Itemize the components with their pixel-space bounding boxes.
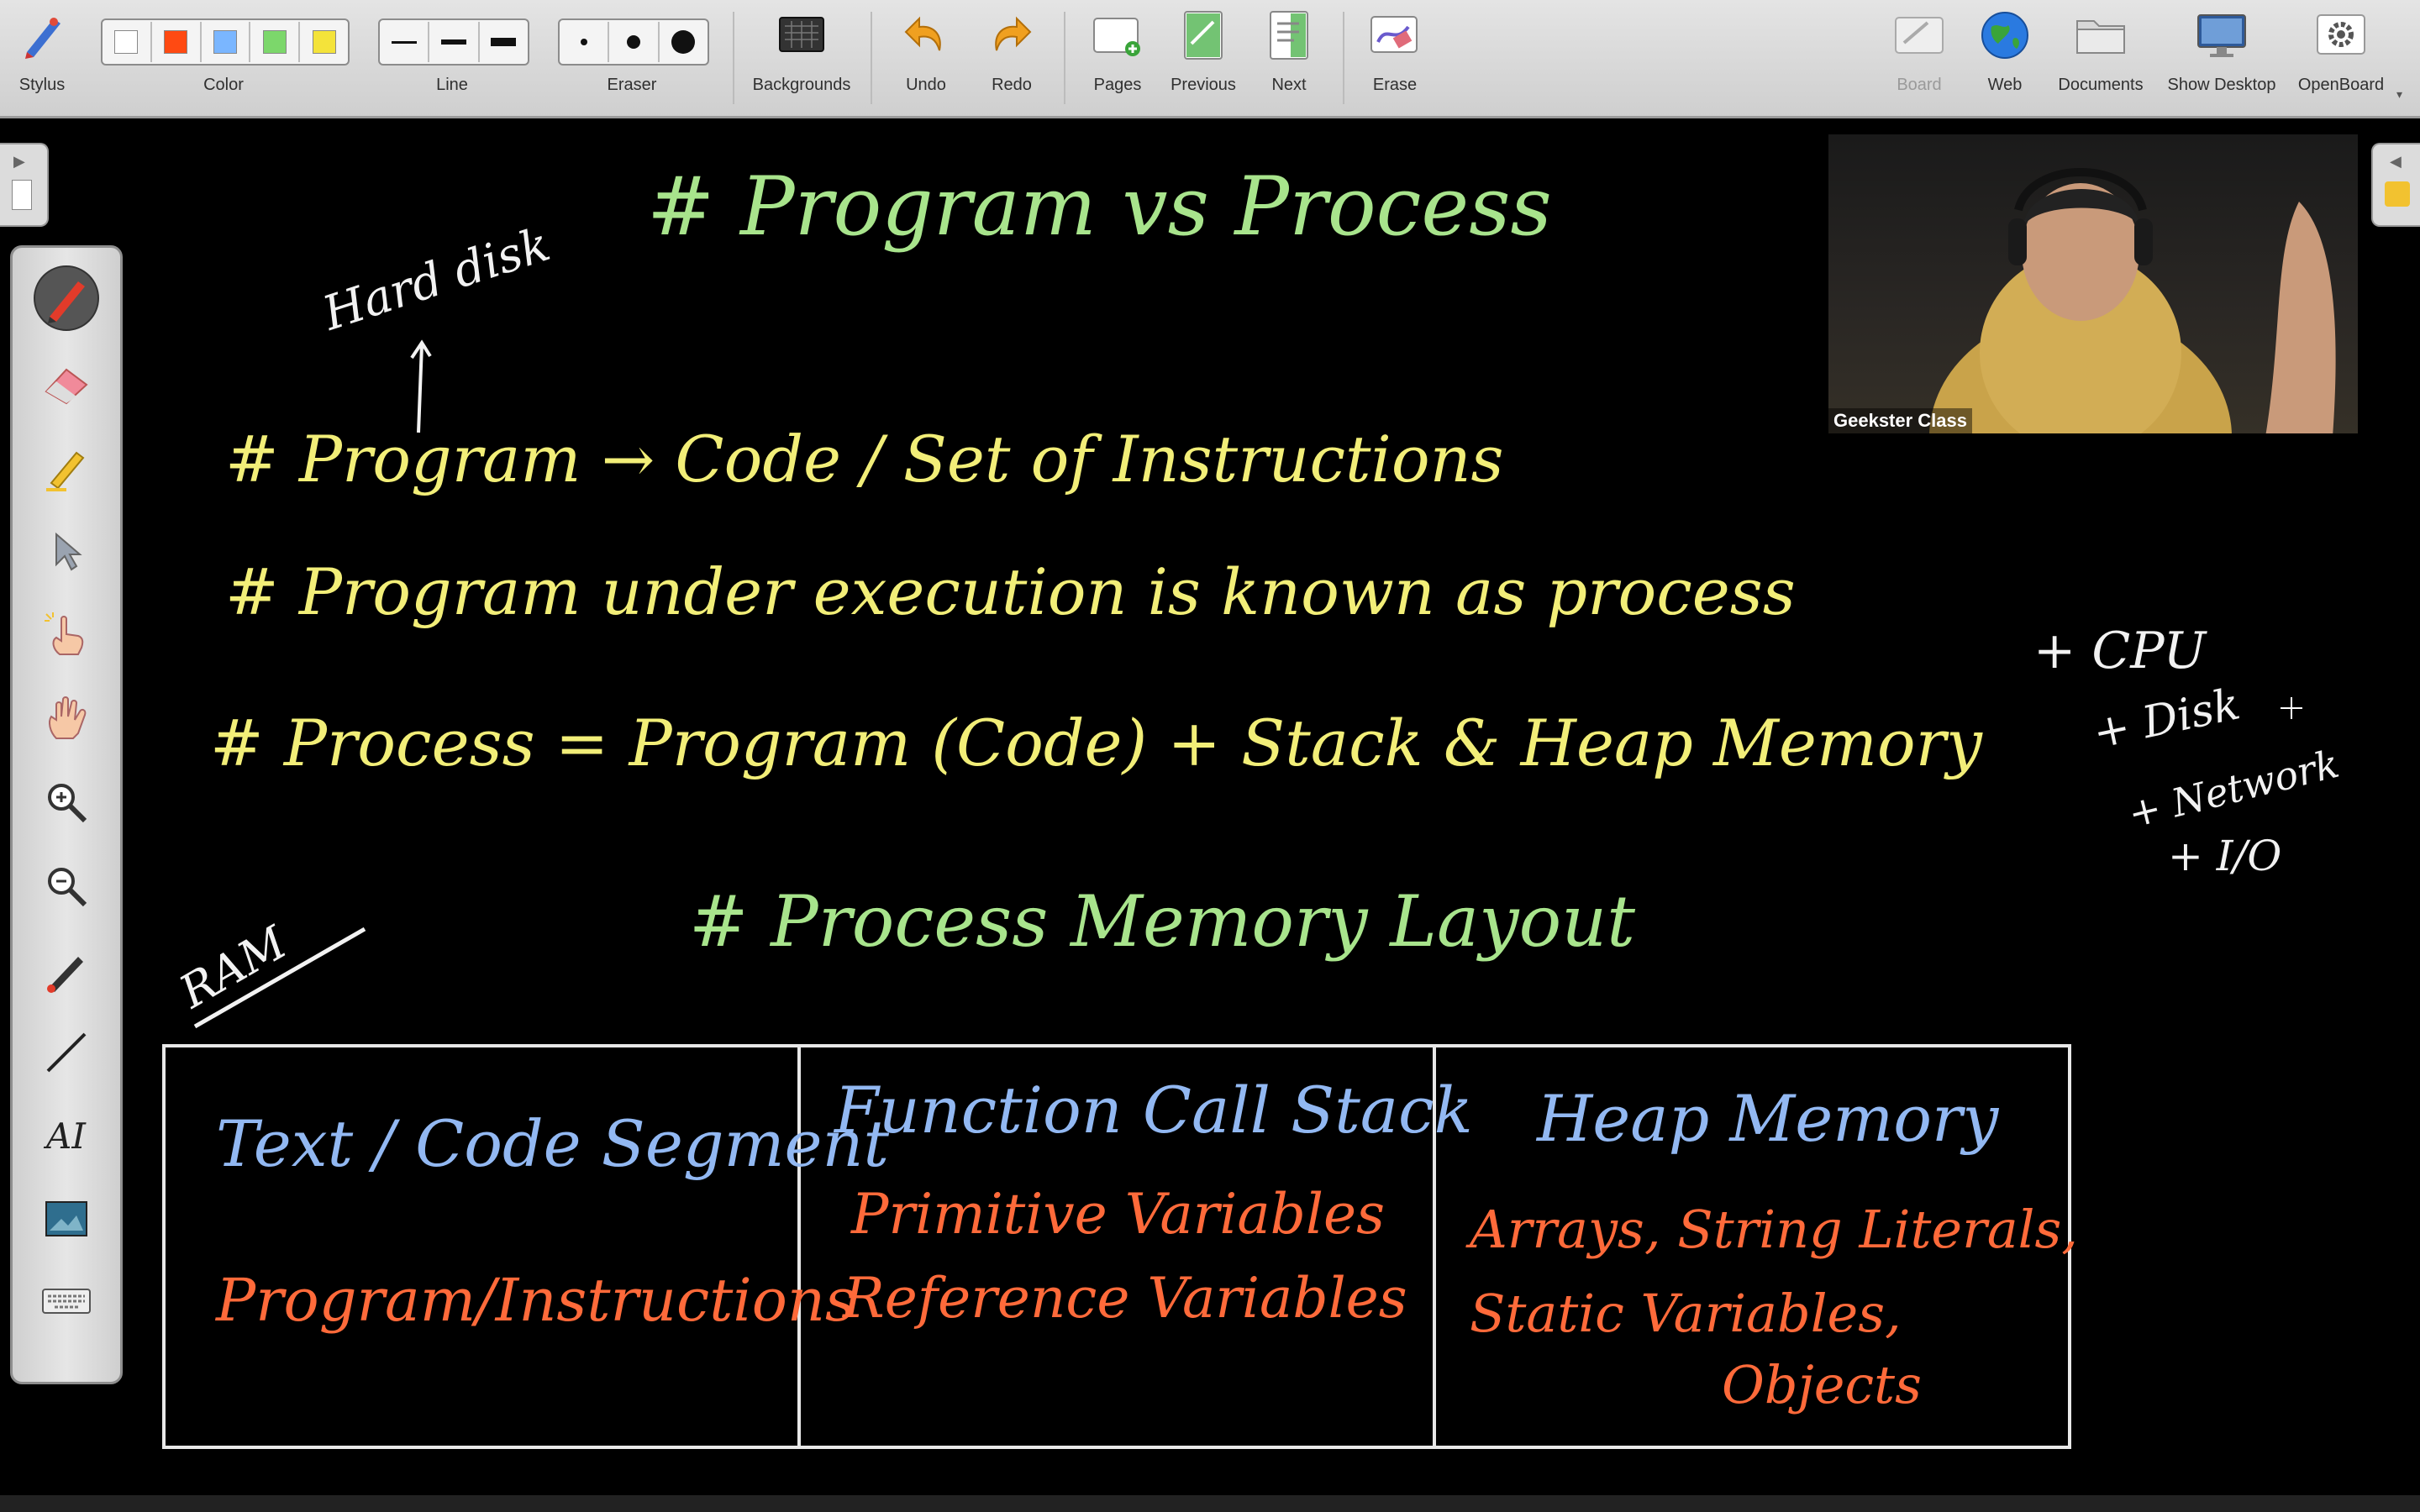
heap-static-variables: Static Variables,: [1470, 1283, 1902, 1344]
color-blue[interactable]: [202, 22, 251, 62]
heap-objects: Objects: [1722, 1354, 1922, 1415]
documents-folder-icon[interactable]: [2075, 10, 2126, 60]
process-formula: # Process = Program (Code) + Stack & Hea…: [210, 706, 1982, 780]
stylus-label: Stylus: [18, 76, 66, 94]
stylus-icon[interactable]: [17, 10, 67, 60]
svg-text:AI: AI: [43, 1116, 87, 1157]
heap-arrays-strings: Arrays, String Literals,: [1470, 1199, 2079, 1260]
color-yellow[interactable]: [300, 22, 348, 62]
collapse-arrow-icon: ◀: [2390, 153, 2402, 170]
previous-page-icon[interactable]: [1178, 10, 1228, 60]
crosshair-cursor-icon: [2281, 697, 2302, 719]
undo-icon[interactable]: [901, 10, 951, 60]
memory-layout-table: Text / Code Segment Program/Instructions…: [162, 1044, 2078, 1449]
zoom-out-icon[interactable]: [33, 853, 100, 920]
right-panel-toggle[interactable]: ◀: [2371, 143, 2420, 227]
primitive-variables: Primitive Variables: [851, 1182, 1385, 1247]
toolbar-more-chevron-icon[interactable]: ▾: [2396, 87, 2402, 102]
eraser-size-picker[interactable]: [558, 18, 709, 66]
redo-icon[interactable]: [985, 10, 1035, 60]
heap-memory-cell: Heap Memory Arrays, String Literals, Sta…: [1436, 1047, 2078, 1446]
memory-layout-title: # Process Memory Layout: [689, 880, 1636, 963]
text-segment-cell: Text / Code Segment Program/Instructions: [166, 1047, 889, 1446]
hard-disk-label: Hard disk: [316, 217, 557, 342]
program-definition: # Program → Code / Set of Instructions: [225, 422, 1504, 496]
extra-disk: + Disk: [2088, 679, 2244, 759]
openboard-settings-icon[interactable]: [2316, 10, 2366, 60]
text-tool-icon[interactable]: AI: [33, 1101, 100, 1168]
erase-label: Erase: [1372, 76, 1418, 94]
keyboard-icon[interactable]: [33, 1268, 100, 1335]
erase-all-icon[interactable]: [1370, 10, 1420, 60]
interact-hand-icon[interactable]: [33, 601, 100, 668]
eraser-label: Eraser: [607, 76, 657, 94]
laser-pointer-icon[interactable]: [33, 937, 100, 1004]
line-medium[interactable]: [429, 22, 480, 62]
eraser-tool-icon[interactable]: [33, 350, 100, 417]
call-stack-cell: Function Call Stack Primitive Variables …: [801, 1047, 1473, 1446]
color-label: Color: [203, 76, 244, 94]
highlighter-tool-icon[interactable]: [33, 434, 100, 501]
text-segment-title: Text / Code Segment: [216, 1106, 890, 1181]
play-arrow-icon: ▶: [13, 153, 25, 170]
page-thumbnail-icon: [12, 180, 32, 210]
hand-pan-icon[interactable]: [33, 685, 100, 752]
line-width-picker[interactable]: [378, 18, 529, 66]
eraser-large[interactable]: [660, 22, 708, 62]
bottom-bar: [0, 1495, 2420, 1512]
board-title: # Program vs Process: [647, 160, 1552, 254]
pen-tool-icon[interactable]: [33, 265, 100, 332]
reference-variables: Reference Variables: [843, 1266, 1407, 1331]
line-thin[interactable]: [380, 22, 430, 62]
board-icon[interactable]: [1894, 10, 1944, 60]
zoom-in-icon[interactable]: [33, 769, 100, 836]
webcam-video: Geekster Class: [1828, 134, 2358, 433]
line-label: Line: [436, 76, 468, 94]
color-green[interactable]: [250, 22, 301, 62]
color-orange[interactable]: [152, 22, 202, 62]
tool-palette: AI: [10, 245, 123, 1384]
color-white[interactable]: [103, 22, 152, 62]
extra-cpu: + CPU: [2033, 622, 2207, 680]
presenter-figure: [1929, 168, 2336, 433]
selector-arrow-icon[interactable]: [33, 518, 100, 585]
participant-name: Geekster Class: [1828, 408, 1972, 433]
capture-tool-icon[interactable]: [33, 1185, 100, 1252]
eraser-medium[interactable]: [609, 22, 660, 62]
show-desktop-icon[interactable]: [2196, 10, 2247, 60]
ram-underline: [193, 927, 366, 1029]
left-panel-toggle[interactable]: ▶: [0, 143, 49, 227]
line-tool-icon[interactable]: [33, 1019, 100, 1086]
toolbar: Stylus Color Line Eraser Backgrounds Und…: [0, 0, 2420, 118]
openboard-label: OpenBoard: [2297, 76, 2385, 94]
call-stack-title: Function Call Stack: [834, 1073, 1473, 1147]
next-page-icon[interactable]: [1264, 10, 1314, 60]
extra-network: + Network: [2123, 740, 2344, 837]
color-picker[interactable]: [101, 18, 350, 66]
pages-icon[interactable]: [1092, 10, 1143, 60]
process-definition: # Program under execution is known as pr…: [225, 554, 1796, 629]
text-segment-content: Program/Instructions: [216, 1266, 855, 1335]
extra-io: + I/O: [2168, 832, 2282, 880]
eraser-small[interactable]: [560, 22, 610, 62]
backgrounds-icon[interactable]: [776, 10, 827, 60]
web-globe-icon[interactable]: [1980, 10, 2030, 60]
library-icon: [2385, 181, 2410, 207]
heap-memory-title: Heap Memory: [1537, 1081, 1999, 1156]
line-thick[interactable]: [480, 22, 528, 62]
